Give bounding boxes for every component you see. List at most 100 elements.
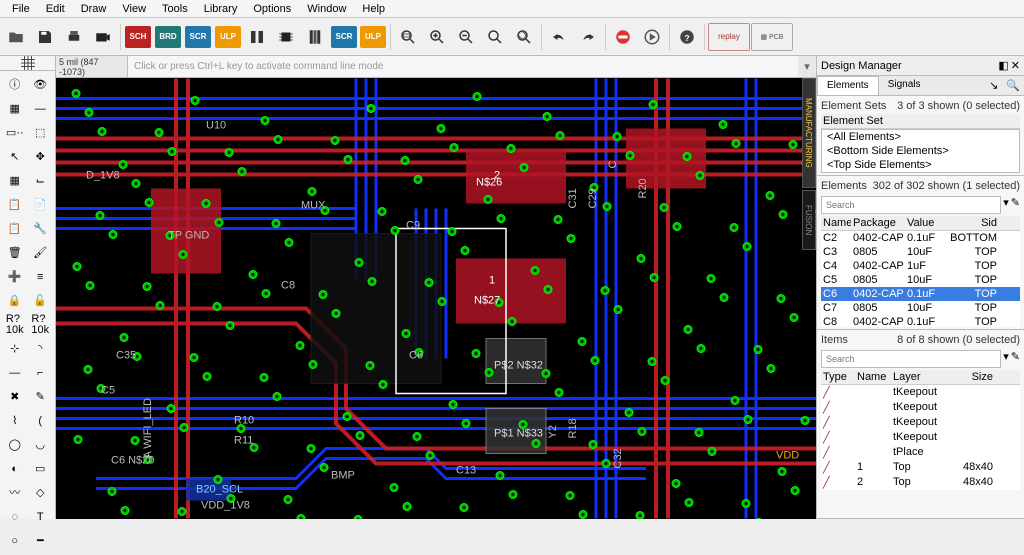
menu-file[interactable]: File (4, 1, 38, 17)
item-row[interactable]: ╱tKeepout (821, 385, 1020, 400)
tool-2[interactable]: ▦ (2, 97, 28, 121)
menu-draw[interactable]: Draw (73, 1, 115, 17)
open-icon[interactable] (2, 23, 30, 51)
tool-5[interactable]: ⬚ (28, 121, 54, 145)
zoom-in-icon[interactable] (423, 23, 451, 51)
element-row[interactable]: C80402-CAP0.1uFTOP (821, 315, 1020, 327)
tool-24[interactable]: — (2, 361, 28, 385)
command-line[interactable]: Click or press Ctrl+L key to activate co… (128, 56, 798, 77)
print-icon[interactable] (60, 23, 88, 51)
element-sets-list[interactable]: <All Elements><Bottom Side Elements><Top… (821, 129, 1020, 173)
sch-badge[interactable]: SCH (124, 23, 152, 51)
tool-32[interactable]: ◐ (2, 457, 28, 481)
tool-9[interactable]: ⌙ (28, 169, 54, 193)
element-row[interactable]: C3080510uFTOP (821, 245, 1020, 259)
extra1-icon[interactable] (243, 23, 271, 51)
tool-13[interactable]: 🔧 (28, 217, 54, 241)
element-row[interactable]: C60402-CAP0.1uFTOP (821, 287, 1020, 301)
element-row[interactable]: C40402-CAP1uFTOP (821, 259, 1020, 273)
brd-badge[interactable]: BRD (154, 23, 182, 51)
tool-29[interactable]: ( (28, 409, 54, 433)
go-icon[interactable] (638, 23, 666, 51)
zoom-fit-icon[interactable] (394, 23, 422, 51)
items-list[interactable]: ╱tKeepout╱tKeepout╱tKeepout╱tKeepout╱tPl… (821, 385, 1020, 490)
tool-35[interactable]: ◇ (28, 481, 54, 505)
tool-17[interactable]: ≡ (28, 265, 54, 289)
tab-elements[interactable]: Elements (817, 76, 879, 95)
dm-filter-icon[interactable]: ↘ (985, 76, 1002, 95)
tool-16[interactable]: ➕ (2, 265, 28, 289)
item-row[interactable]: ╱tKeepout (821, 430, 1020, 445)
save-icon[interactable] (31, 23, 59, 51)
elements-search[interactable] (821, 196, 1001, 214)
tool-38[interactable]: ○ (2, 529, 28, 553)
tool-27[interactable]: ✎ (28, 385, 54, 409)
tool-28[interactable]: ⌇ (2, 409, 28, 433)
tool-1[interactable]: 👁 (28, 73, 54, 97)
tool-3[interactable]: — (28, 97, 54, 121)
scr-badge[interactable]: SCR (184, 23, 212, 51)
dm-undock-icon[interactable]: ◧ (998, 59, 1008, 72)
tool-11[interactable]: 📄 (28, 193, 54, 217)
manufacturing-tab[interactable]: MANUFACTURING (802, 78, 816, 188)
dm-close-icon[interactable]: ✕ (1011, 59, 1020, 72)
tool-10[interactable]: 📋 (2, 193, 28, 217)
redo-icon[interactable] (574, 23, 602, 51)
stop-icon[interactable] (609, 23, 637, 51)
replay-button[interactable]: replay (708, 23, 750, 51)
help-icon[interactable]: ? (673, 23, 701, 51)
tool-39[interactable]: ━ (28, 529, 54, 553)
tool-0[interactable]: ⓘ (2, 73, 28, 97)
tool-6[interactable]: ↖ (2, 145, 28, 169)
fusion-sync-tab[interactable]: FUSION SYNC (802, 190, 816, 250)
set-row[interactable]: <Bottom Side Elements> (822, 144, 1019, 158)
item-row[interactable]: ╱tKeepout (821, 400, 1020, 415)
tool-15[interactable]: 🖌 (28, 241, 54, 265)
tool-33[interactable]: ▭ (28, 457, 54, 481)
menu-library[interactable]: Library (196, 1, 246, 17)
item-row[interactable]: ╱tPlace (821, 445, 1020, 460)
tool-31[interactable]: ◡ (28, 433, 54, 457)
menu-tools[interactable]: Tools (154, 1, 196, 17)
tool-34[interactable]: 〰 (2, 481, 28, 505)
tool-26[interactable]: ✖ (2, 385, 28, 409)
tool-37[interactable]: T (28, 505, 54, 529)
search-dropdown-icon[interactable]: ▾ (1003, 196, 1009, 214)
element-row[interactable]: C7080510uFTOP (821, 301, 1020, 315)
tool-4[interactable]: ▭·· (2, 121, 28, 145)
dm-search-icon[interactable]: 🔍 (1002, 76, 1024, 95)
ulp2-icon[interactable]: ULP (359, 23, 387, 51)
ulp-badge[interactable]: ULP (214, 23, 242, 51)
menu-window[interactable]: Window (299, 1, 354, 17)
pcb-canvas[interactable]: U10 D_1V8 TP GND MUX C9 C8 C6 C35 C5 N$2… (56, 78, 816, 519)
route-button[interactable]: ▦ PCB (751, 23, 793, 51)
tool-36[interactable]: ◌ (2, 505, 28, 529)
element-row[interactable]: C20402-CAP0.1uFBOTTOM (821, 231, 1020, 245)
zoom-out-icon[interactable] (452, 23, 480, 51)
menu-edit[interactable]: Edit (38, 1, 73, 17)
tool-12[interactable]: 📋 (2, 217, 28, 241)
tool-8[interactable]: ▦ (2, 169, 28, 193)
tab-signals[interactable]: Signals (879, 76, 930, 95)
zoom-redraw-icon[interactable] (510, 23, 538, 51)
chip-icon[interactable] (272, 23, 300, 51)
tool-14[interactable]: 🗑 (2, 241, 28, 265)
items-search[interactable] (821, 350, 1001, 368)
item-row[interactable]: ╱2Top48x40 (821, 475, 1020, 490)
zoom-sel-icon[interactable] (481, 23, 509, 51)
item-row[interactable]: ╱1Top48x40 (821, 460, 1020, 475)
tool-22[interactable]: ⊹ (2, 337, 28, 361)
book-icon[interactable] (301, 23, 329, 51)
tool-7[interactable]: ✥ (28, 145, 54, 169)
menu-options[interactable]: Options (245, 1, 299, 17)
tool-23[interactable]: ◝ (28, 337, 54, 361)
set-row[interactable]: <Top Side Elements> (822, 158, 1019, 172)
elements-list[interactable]: C20402-CAP0.1uFBOTTOMC3080510uFTOPC40402… (821, 231, 1020, 327)
tool-icon[interactable]: ✎ (1011, 196, 1020, 214)
scr2-icon[interactable]: SCR (330, 23, 358, 51)
undo-icon[interactable] (545, 23, 573, 51)
tool-18[interactable]: 🔒 (2, 289, 28, 313)
menu-help[interactable]: Help (354, 1, 393, 17)
item-row[interactable]: ╱tKeepout (821, 415, 1020, 430)
menu-view[interactable]: View (114, 1, 154, 17)
